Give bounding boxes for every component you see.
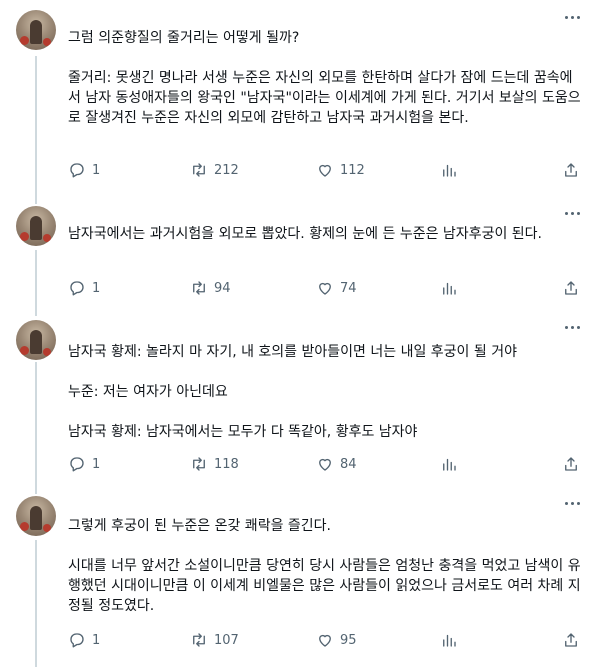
- avatar[interactable]: [16, 496, 56, 536]
- share-button[interactable]: [562, 278, 580, 298]
- share-button[interactable]: [562, 160, 580, 180]
- like-icon: [319, 164, 331, 177]
- reply-count: 1: [92, 456, 101, 472]
- tweet-actions: 1 212 112: [68, 160, 584, 180]
- retweet-button[interactable]: 212: [190, 160, 239, 180]
- retweet-count: 94: [214, 280, 231, 296]
- more-icon[interactable]: [560, 206, 584, 220]
- reply-icon: [70, 457, 84, 472]
- tweet-actions: 1 118 84: [68, 454, 584, 474]
- views-button[interactable]: [440, 630, 458, 650]
- tweet-actions: 1 107 95: [68, 630, 584, 650]
- tweet[interactable]: 남자국 황제: 놀라지 마 자기, 내 호의를 받아들이면 너는 내일 후궁이 …: [0, 310, 593, 482]
- avatar[interactable]: [16, 320, 56, 360]
- retweet-count: 118: [214, 456, 239, 472]
- reply-button[interactable]: 1: [68, 454, 100, 474]
- like-button[interactable]: 84: [316, 454, 357, 474]
- like-count: 95: [340, 632, 357, 648]
- tweet[interactable]: 남자국에서는 과거시험을 외모로 뽑았다. 황제의 눈에 든 누준은 남자후궁이…: [0, 198, 593, 306]
- retweet-icon: [193, 163, 205, 177]
- share-icon: [565, 457, 577, 471]
- more-icon[interactable]: [560, 10, 584, 24]
- reply-icon: [70, 281, 84, 296]
- share-button[interactable]: [562, 630, 580, 650]
- reply-count: 1: [92, 162, 101, 178]
- like-count: 84: [340, 456, 357, 472]
- like-count: 112: [340, 162, 365, 178]
- reply-count: 1: [92, 280, 101, 296]
- like-button[interactable]: 112: [316, 160, 365, 180]
- views-button[interactable]: [440, 160, 458, 180]
- like-icon: [319, 458, 331, 471]
- retweet-icon: [193, 281, 205, 295]
- reply-button[interactable]: 1: [68, 160, 100, 180]
- retweet-count: 107: [214, 632, 239, 648]
- retweet-icon: [193, 457, 205, 471]
- retweet-icon: [193, 633, 205, 647]
- tweet-actions: 1 94 74: [68, 278, 584, 298]
- share-icon: [565, 281, 577, 295]
- like-icon: [319, 282, 331, 295]
- retweet-button[interactable]: 118: [190, 454, 239, 474]
- tweet-text: 그렇게 후궁이 된 누준은 온갖 쾌락을 즐긴다. 시대를 너무 앞서간 소설이…: [68, 518, 581, 614]
- share-icon: [565, 633, 577, 647]
- like-icon: [319, 634, 331, 647]
- share-button[interactable]: [562, 454, 580, 474]
- more-icon[interactable]: [560, 496, 584, 510]
- views-icon: [443, 634, 456, 647]
- avatar[interactable]: [16, 10, 56, 50]
- reply-icon: [70, 163, 84, 178]
- reply-icon: [70, 633, 84, 648]
- avatar[interactable]: [16, 206, 56, 246]
- views-button[interactable]: [440, 454, 458, 474]
- tweet[interactable]: 그럼 의준향질의 줄거리는 어떻게 될까? 줄거리: 못생긴 명나라 서생 누준…: [0, 0, 593, 190]
- tweet[interactable]: 그렇게 후궁이 된 누준은 온갖 쾌락을 즐긴다. 시대를 너무 앞서간 소설이…: [0, 488, 593, 667]
- views-icon: [443, 164, 456, 177]
- tweet-text: 남자국 황제: 놀라지 마 자기, 내 호의를 받아들이면 너는 내일 후궁이 …: [68, 344, 517, 440]
- retweet-button[interactable]: 107: [190, 630, 239, 650]
- like-button[interactable]: 95: [316, 630, 357, 650]
- more-icon[interactable]: [560, 320, 584, 334]
- retweet-button[interactable]: 94: [190, 278, 231, 298]
- reply-button[interactable]: 1: [68, 630, 100, 650]
- reply-button[interactable]: 1: [68, 278, 100, 298]
- views-button[interactable]: [440, 278, 458, 298]
- retweet-count: 212: [214, 162, 239, 178]
- reply-count: 1: [92, 632, 101, 648]
- like-button[interactable]: 74: [316, 278, 357, 298]
- tweet-text: 그럼 의준향질의 줄거리는 어떻게 될까? 줄거리: 못생긴 명나라 서생 누준…: [68, 30, 581, 126]
- tweet-text: 남자국에서는 과거시험을 외모로 뽑았다. 황제의 눈에 든 누준은 남자후궁이…: [68, 226, 542, 242]
- share-icon: [565, 163, 577, 177]
- like-count: 74: [340, 280, 357, 296]
- views-icon: [443, 282, 456, 295]
- views-icon: [443, 458, 456, 471]
